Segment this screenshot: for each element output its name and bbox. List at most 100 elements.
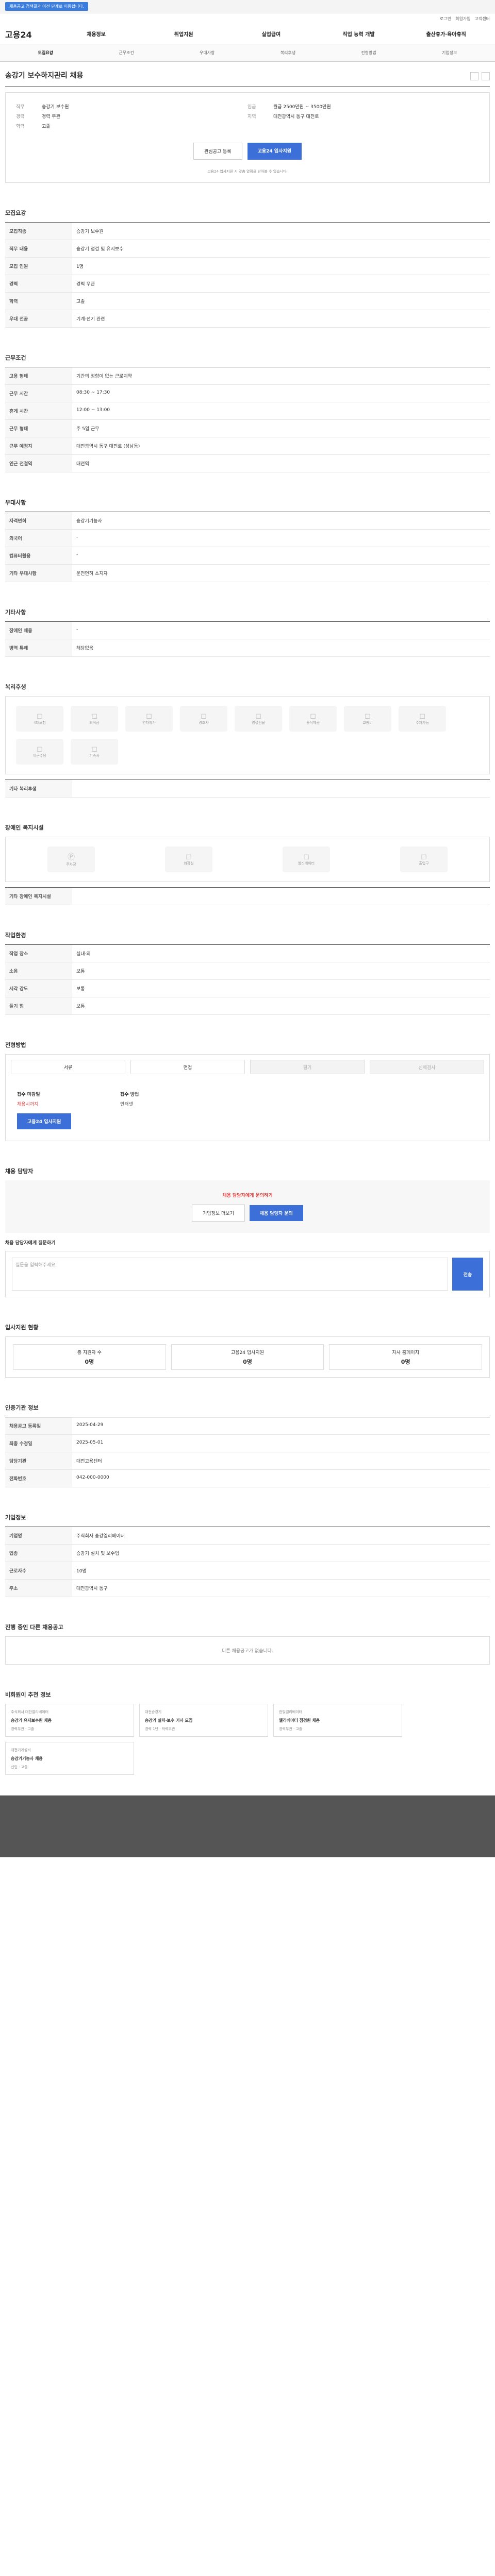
- signup-link[interactable]: 회원가입: [455, 16, 470, 22]
- welfare-item: ◻ 연차휴가: [125, 706, 173, 732]
- card-company: 대전승강기: [145, 1710, 162, 1714]
- recommend-card[interactable]: 대전기계설비 승강기기능사 채용 신입 · 고졸: [5, 1742, 134, 1775]
- tab-pref[interactable]: 우대사항: [167, 50, 248, 56]
- summary-value: 승강기 보수원: [42, 105, 69, 110]
- row-key: 학력: [5, 292, 72, 310]
- summary-value: 경력 무관: [42, 114, 60, 120]
- welfare-label: 경조사: [199, 721, 209, 725]
- nav-leave[interactable]: 출산휴가·육아휴직: [402, 30, 490, 38]
- summary-value: 대전광역시 동구 대전로: [273, 114, 319, 120]
- back-to-results-link[interactable]: 채용공고 검색결과 이전 단계로 이동합니다.: [5, 2, 89, 11]
- card-title: 승강기 설치·보수 기사 모집: [145, 1718, 193, 1723]
- row-key: 기타 복리후생: [5, 779, 72, 798]
- section-title: 진행 중인 다른 채용공고: [5, 1624, 63, 1631]
- tab-company[interactable]: 기업정보: [409, 50, 490, 56]
- section-title: 우대사항: [5, 499, 26, 506]
- recommend-card[interactable]: 대전승강기승강기 설치·보수 기사 모집경력 1년 · 학력무관: [139, 1704, 268, 1737]
- row-key: 자격면허: [5, 512, 72, 530]
- period-key: 접수 마감일: [17, 1092, 40, 1097]
- disabled-section: 장애인 복지시설 Ⓟ 주차장 ◻ 화장실 ◻ 엘리베이터 ◻ 출입구 기타 장애인 복지…: [5, 798, 490, 905]
- door-icon: ◻: [421, 853, 427, 861]
- row-value: -: [72, 529, 490, 547]
- method-chip: 필기: [250, 1060, 365, 1074]
- tab-recruit[interactable]: 모집요강: [5, 50, 86, 56]
- section-title: 채용 담당자: [5, 1168, 34, 1175]
- row-key: 주소: [5, 1579, 72, 1597]
- summary-key: 직무: [16, 105, 25, 110]
- site-logo[interactable]: 고용24: [5, 28, 32, 40]
- facility-label: 화장실: [184, 861, 194, 866]
- scrap-button[interactable]: 관심공고 등록: [193, 143, 242, 160]
- welfare-label: 교통비: [362, 721, 373, 725]
- insurance-icon: ◻: [37, 712, 43, 720]
- row-value: 042-000-0000: [72, 1469, 490, 1487]
- send-button[interactable]: 전송: [452, 1258, 483, 1291]
- qa-input-label: 채용 담당자에게 질문하기: [5, 1241, 56, 1246]
- row-key: 기업명: [5, 1527, 72, 1545]
- job-section-tabs: 모집요강 근무조건 우대사항 복리후생 전형방법 기업정보: [0, 44, 495, 62]
- row-value: 주식회사 송강엘리베이터: [72, 1527, 490, 1545]
- row-key: 장애인 채용: [5, 621, 72, 639]
- welfare-label: 명절선물: [252, 721, 265, 725]
- login-link[interactable]: 로그인: [440, 16, 451, 22]
- moon-icon: ◻: [37, 745, 43, 753]
- row-value: 08:30 ~ 17:30: [72, 384, 490, 402]
- share-icon[interactable]: [482, 72, 490, 80]
- summary-key: 학력: [16, 124, 25, 129]
- row-value: 대전고용센터: [72, 1452, 490, 1470]
- section-title: 장애인 복지시설: [5, 824, 44, 831]
- company-more-button[interactable]: 기업정보 더보기: [192, 1205, 245, 1222]
- row-value: 승강기 보수원: [72, 222, 490, 240]
- qa-button[interactable]: 채용 담당자 문의: [249, 1205, 303, 1221]
- print-icon[interactable]: [470, 72, 478, 80]
- summary-key: 경력: [16, 114, 25, 120]
- row-key: 소음: [5, 962, 72, 980]
- nav-support[interactable]: 취업지원: [140, 30, 227, 38]
- company-section: 기업정보 기업명 주식회사 송강엘리베이터 업종 승강기 설치 및 보수업 근로자수…: [5, 1487, 490, 1597]
- welfare-item: ◻ 퇴직금: [71, 706, 118, 732]
- recommend-card[interactable]: 한빛엘리베이터 엘리베이터 점검원 채용 경력무관 · 고졸: [273, 1704, 402, 1737]
- apply-button-2[interactable]: 고용24 입사지원: [17, 1113, 72, 1129]
- agency-section: 인증기관 정보 채용공고 등록일 2025-04-29 최종 수정일 2025-05…: [5, 1378, 490, 1487]
- nav-benefit[interactable]: 실업급여: [227, 30, 315, 38]
- row-key: 우대 전공: [5, 310, 72, 328]
- row-key: 고용 형태: [5, 367, 72, 385]
- row-key: 기타 장애인 복지시설: [5, 887, 72, 905]
- card-company: 주식회사 대한엘리베이터: [11, 1710, 49, 1714]
- nav-jobs[interactable]: 채용정보: [53, 30, 140, 38]
- row-value: 고졸: [72, 292, 490, 310]
- welfare-label: 4대보험: [34, 721, 46, 725]
- parking-icon: Ⓟ: [68, 853, 75, 861]
- page-title: 송강기 보수하지관리 채용: [5, 72, 84, 80]
- stat-box: 총 지원자 수 0명: [13, 1344, 166, 1370]
- row-value: 2025-04-29: [72, 1417, 490, 1435]
- row-key: 직무 내용: [5, 240, 72, 258]
- card-company: 한빛엘리베이터: [279, 1710, 303, 1714]
- row-value: 보통: [72, 997, 490, 1015]
- house-icon: ◻: [91, 745, 97, 753]
- env-section: 작업환경 작업 장소 실내·외 소음 보통 시각 강도 보통 들기 힘 보통: [5, 905, 490, 1015]
- period-value: 채용시까지: [17, 1102, 39, 1107]
- parking-icon: ◻: [419, 712, 425, 720]
- section-title: 비회원이 추천 정보: [5, 1691, 51, 1698]
- tab-work[interactable]: 근무조건: [86, 50, 167, 56]
- nav-training[interactable]: 직업 능력 개발: [315, 30, 403, 38]
- card-meta: 경력무관 · 고졸: [11, 1727, 35, 1731]
- recommend-card[interactable]: 주식회사 대한엘리베이터 승강기 유지보수원 채용 경력무관 · 고졸: [5, 1704, 134, 1737]
- pref-section: 우대사항 자격면허 승강기기능사 외국어 - 컴퓨터활용 - 기타 우대사항 운전면허 …: [5, 472, 490, 582]
- help-link[interactable]: 고객센터: [475, 16, 490, 22]
- row-key: 모집직종: [5, 222, 72, 240]
- section-title: 모집요강: [5, 210, 26, 216]
- card-meta: 경력 1년 · 학력무관: [145, 1727, 175, 1731]
- stat-label: 총 지원자 수: [77, 1350, 102, 1355]
- tab-method[interactable]: 전형방법: [328, 50, 409, 56]
- tab-welfare[interactable]: 복리후생: [248, 50, 328, 56]
- related-section: 진행 중인 다른 채용공고 다른 채용공고가 없습니다.: [5, 1597, 490, 1665]
- stat-value: 0명: [85, 1358, 94, 1365]
- question-input[interactable]: 질문을 입력해주세요.: [12, 1258, 448, 1291]
- utility-links: 로그인 회원가입 고객센터: [0, 13, 495, 24]
- method-chip: 신체검사: [370, 1060, 484, 1074]
- row-key: 기타 우대사항: [5, 564, 72, 582]
- apply-button[interactable]: 고용24 입사지원: [247, 143, 302, 160]
- row-key: 근무 예정지: [5, 437, 72, 455]
